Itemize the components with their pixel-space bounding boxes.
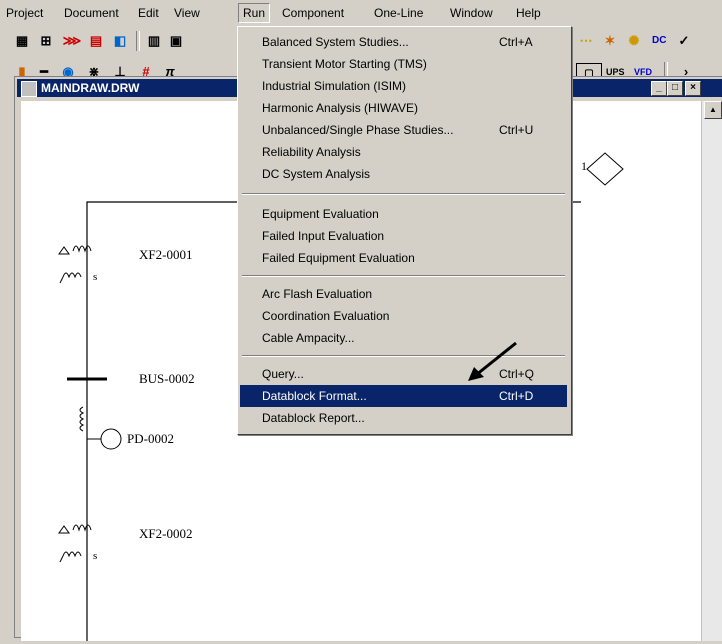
menu-item-failed-input-evaluation[interactable]: Failed Input Evaluation	[240, 225, 567, 247]
motor-icon[interactable]: ✶	[600, 31, 620, 51]
transformer-symbol	[58, 524, 92, 563]
chart-icon[interactable]: ◧	[110, 31, 130, 51]
transformer-symbol	[58, 245, 92, 284]
menu-item-transient-motor-starting[interactable]: Transient Motor Starting (TMS)	[240, 53, 567, 75]
light-icon[interactable]: ✺	[624, 31, 644, 51]
run-menu-dropdown: Balanced System Studies... Ctrl+A Transi…	[237, 26, 572, 435]
menu-project[interactable]: Project	[2, 4, 47, 22]
menu-edit[interactable]: Edit	[134, 4, 163, 22]
wave-icon[interactable]: ⋙	[62, 31, 82, 51]
minimize-button[interactable]: _	[651, 81, 667, 96]
menu-item-balanced-system-studies[interactable]: Balanced System Studies... Ctrl+A	[240, 31, 567, 53]
menu-item-reliability-analysis[interactable]: Reliability Analysis	[240, 141, 567, 163]
document-icon	[21, 81, 37, 97]
callout-diamond	[586, 152, 624, 186]
menu-window[interactable]: Window	[446, 4, 497, 22]
winding-label: s	[93, 550, 98, 562]
menu-item-failed-equipment-evaluation[interactable]: Failed Equipment Evaluation	[240, 247, 567, 269]
report-icon[interactable]: ▤	[86, 31, 106, 51]
menu-view[interactable]: View	[170, 4, 204, 22]
window-title: MAINDRAW.DRW	[41, 81, 140, 95]
pd-label[interactable]: PD-0002	[127, 431, 174, 447]
xf2-label[interactable]: XF2-0002	[139, 526, 192, 542]
menu-item-equipment-evaluation[interactable]: Equipment Evaluation	[240, 203, 567, 225]
menu-separator	[242, 193, 565, 195]
menu-item-arc-flash-evaluation[interactable]: Arc Flash Evaluation	[240, 283, 567, 305]
breaker-symbol	[79, 406, 122, 450]
menu-component[interactable]: Component	[278, 4, 348, 22]
cable-icon[interactable]: ⋯	[576, 31, 596, 51]
annotation-arrow-icon	[468, 341, 517, 381]
check-icon[interactable]: ✓	[674, 31, 694, 51]
dc-button[interactable]: DC	[650, 31, 668, 51]
save-icon[interactable]: ▣	[166, 31, 186, 51]
menu-bar: Project Document Edit View Run Component…	[0, 0, 722, 26]
menu-item-dc-system-analysis[interactable]: DC System Analysis	[240, 163, 567, 185]
callout-number: 1	[581, 159, 587, 173]
table-icon[interactable]: ▥	[144, 31, 164, 51]
tree-icon[interactable]: ⊞	[36, 31, 56, 51]
menu-document[interactable]: Document	[60, 4, 123, 22]
menu-item-industrial-simulation[interactable]: Industrial Simulation (ISIM)	[240, 75, 567, 97]
grid-icon[interactable]: ▦	[12, 31, 32, 51]
xf1-label[interactable]: XF2-0001	[139, 247, 192, 263]
menu-help[interactable]: Help	[512, 4, 545, 22]
menu-item-unbalanced-studies[interactable]: Unbalanced/Single Phase Studies... Ctrl+…	[240, 119, 567, 141]
winding-label: s	[93, 271, 98, 283]
menu-one-line[interactable]: One-Line	[370, 4, 427, 22]
menu-item-datablock-report[interactable]: Datablock Report...	[240, 407, 567, 429]
maximize-button[interactable]: □	[667, 81, 683, 96]
menu-item-harmonic-analysis[interactable]: Harmonic Analysis (HIWAVE)	[240, 97, 567, 119]
toolbar-divider	[136, 31, 140, 51]
menu-item-datablock-format[interactable]: Datablock Format... Ctrl+D	[240, 385, 567, 407]
bus-label[interactable]: BUS-0002	[139, 371, 195, 387]
menu-run[interactable]: Run	[238, 3, 271, 23]
scroll-up-icon[interactable]: ▲	[704, 101, 722, 119]
close-button[interactable]: ×	[685, 81, 701, 96]
menu-item-coordination-evaluation[interactable]: Coordination Evaluation	[240, 305, 567, 327]
vertical-scrollbar[interactable]: ▲	[701, 101, 722, 641]
menu-separator	[242, 275, 565, 277]
